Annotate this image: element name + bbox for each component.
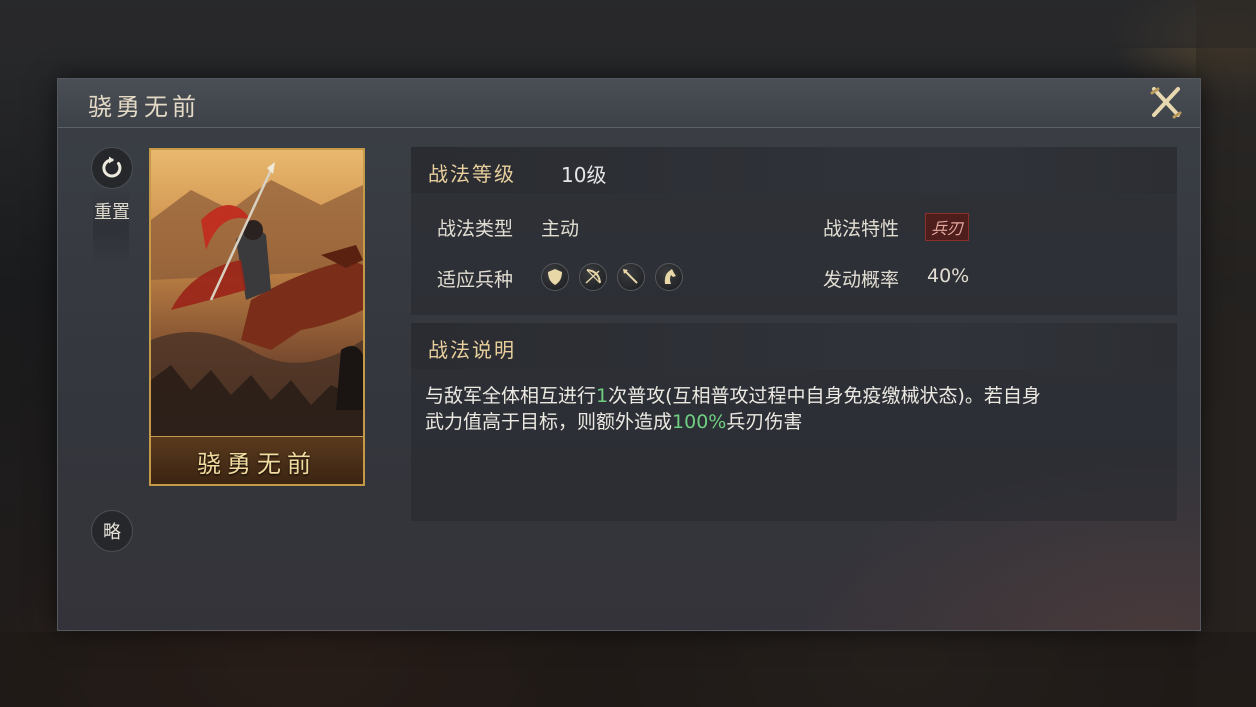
dialog-title: 骁勇无前 — [88, 93, 200, 121]
tactic-info-panel: 战法等级 10级 战法类型 主动 战法特性 兵刃 适应兵种 发动概率 40% — [411, 147, 1177, 315]
description-title: 战法说明 — [428, 338, 516, 362]
level-row: 战法等级 10级 — [411, 147, 1177, 193]
trait-tag: 兵刃 — [925, 213, 970, 241]
dialog-title-bar: 骁勇无前 — [58, 79, 1200, 128]
desc-line2-highlight: 100% — [672, 411, 727, 433]
trait-label: 战法特性 — [823, 218, 900, 240]
type-value: 主动 — [541, 218, 580, 240]
card-name-plate: 骁勇无前 — [151, 436, 363, 484]
type-label: 战法类型 — [437, 218, 514, 240]
tactic-card: 骁勇无前 — [149, 148, 365, 486]
level-value: 10级 — [561, 163, 607, 187]
close-x-icon — [1150, 87, 1182, 119]
description-panel: 战法说明 与敌军全体相互进行1次普攻(互相普攻过程中自身免疫缴械状态)。若自身 … — [411, 323, 1177, 521]
shield-icon — [541, 263, 569, 291]
reset-label: 重置 — [94, 202, 130, 223]
spear-icon — [617, 263, 645, 291]
desc-line1-highlight: 1 — [596, 385, 609, 407]
desc-line2-b: 兵刃伤害 — [726, 411, 803, 433]
desc-line2-a: 武力值高于目标，则额外造成 — [425, 411, 673, 433]
description-header: 战法说明 — [411, 323, 1177, 369]
rate-label: 发动概率 — [823, 269, 900, 291]
close-button[interactable] — [1148, 85, 1184, 121]
desc-line1-a: 与敌军全体相互进行 — [425, 385, 597, 407]
horse-icon — [655, 263, 683, 291]
brief-label: 略 — [103, 522, 121, 543]
brief-button[interactable]: 略 — [91, 510, 133, 552]
card-name: 骁勇无前 — [197, 449, 317, 478]
troop-label: 适应兵种 — [437, 269, 514, 291]
rate-value: 40% — [927, 265, 970, 287]
reset-icon — [102, 156, 122, 178]
tactic-detail-dialog: 骁勇无前 重置 略 骁勇无前 战法等级 10级 战法类型 主动 战法特性 兵刃 … — [57, 78, 1201, 631]
background-right-bar — [1196, 0, 1256, 707]
bow-icon — [579, 263, 607, 291]
description-text: 与敌军全体相互进行1次普攻(互相普攻过程中自身免疫缴械状态)。若自身 武力值高于… — [425, 383, 1165, 435]
reset-strip — [93, 187, 129, 267]
reset-button[interactable] — [91, 147, 133, 189]
card-artwork — [151, 150, 363, 440]
background-top-bar — [0, 0, 1256, 48]
background-bottom-bar — [0, 632, 1256, 707]
level-label: 战法等级 — [428, 162, 516, 186]
desc-line1-b: 次普攻(互相普攻过程中自身免疫缴械状态)。若自身 — [608, 385, 1041, 407]
